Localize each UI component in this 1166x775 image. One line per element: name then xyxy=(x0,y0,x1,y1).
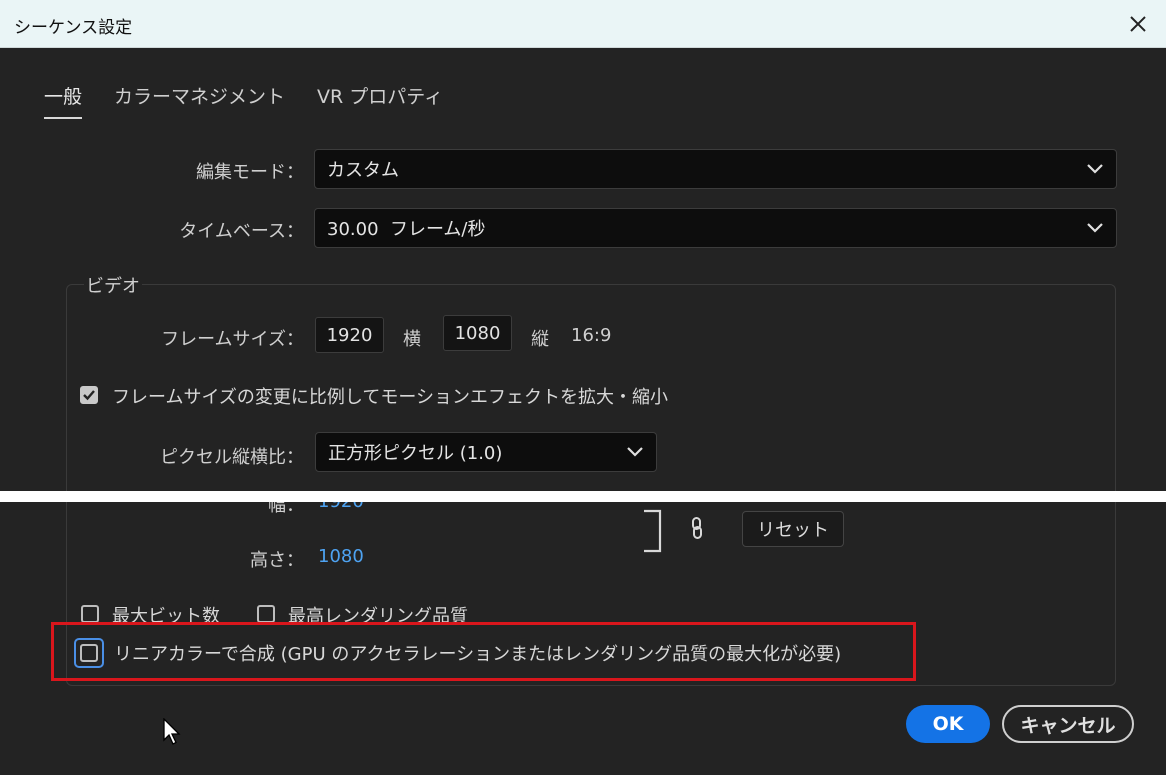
timebase-label: タイムベース： xyxy=(179,221,304,242)
tab-color-management[interactable]: カラーマネジメント xyxy=(114,82,285,119)
window-title: シーケンス設定 xyxy=(14,18,133,38)
mouse-cursor-icon xyxy=(163,718,181,745)
horizontal-label: 横 xyxy=(403,329,421,350)
scale-motion-checkbox[interactable] xyxy=(80,386,98,404)
video-group-legend: ビデオ xyxy=(84,272,142,298)
pixel-aspect-value: 正方形ピクセル (1.0) xyxy=(328,443,503,464)
edit-mode-value: カスタム xyxy=(327,160,399,181)
link-chain-icon[interactable] xyxy=(690,516,704,540)
timebase-select[interactable]: 30.00 フレーム/秒 xyxy=(314,208,1117,248)
tab-general[interactable]: 一般 xyxy=(44,82,83,119)
chevron-down-icon xyxy=(1086,219,1104,237)
sequence-settings-dialog: 一般 カラーマネジメント VR プロパティ 編集モード： カスタム タイムベース… xyxy=(0,48,1166,775)
close-icon xyxy=(1130,16,1146,32)
height-label: 高さ： xyxy=(250,550,304,571)
frame-width-input[interactable]: 1920 xyxy=(315,317,384,353)
close-button[interactable] xyxy=(1122,8,1154,40)
frame-height-input[interactable]: 1080 xyxy=(443,315,512,351)
aspect-ratio-text: 16:9 xyxy=(571,325,612,346)
frame-size-label: フレームサイズ： xyxy=(161,329,304,350)
vertical-label: 縦 xyxy=(531,329,549,350)
max-render-quality-checkbox[interactable] xyxy=(257,605,275,623)
chevron-down-icon xyxy=(626,443,644,461)
screenshot-seam xyxy=(0,491,1166,502)
chevron-down-icon xyxy=(1086,160,1104,178)
edit-mode-select[interactable]: カスタム xyxy=(314,149,1117,189)
timebase-value: 30.00 フレーム/秒 xyxy=(327,219,486,240)
height-value[interactable]: 1080 xyxy=(318,546,364,567)
scale-motion-label[interactable]: フレームサイズの変更に比例してモーションエフェクトを拡大・縮小 xyxy=(112,383,668,409)
max-bit-depth-checkbox[interactable] xyxy=(81,605,99,623)
reset-button[interactable]: リセット xyxy=(742,511,844,547)
pixel-aspect-select[interactable]: 正方形ピクセル (1.0) xyxy=(315,432,657,472)
tab-vr-properties[interactable]: VR プロパティ xyxy=(317,82,443,119)
cancel-button[interactable]: キャンセル xyxy=(1002,705,1134,743)
edit-mode-label: 編集モード： xyxy=(196,162,304,183)
checkmark-icon xyxy=(83,390,95,401)
title-bar: シーケンス設定 xyxy=(0,0,1166,48)
link-bracket-icon xyxy=(644,509,662,553)
pixel-aspect-label: ピクセル縦横比： xyxy=(160,447,304,468)
annotation-highlight-box xyxy=(51,622,916,681)
ok-button[interactable]: OK xyxy=(906,705,990,743)
tab-bar: 一般 カラーマネジメント VR プロパティ xyxy=(44,82,443,119)
